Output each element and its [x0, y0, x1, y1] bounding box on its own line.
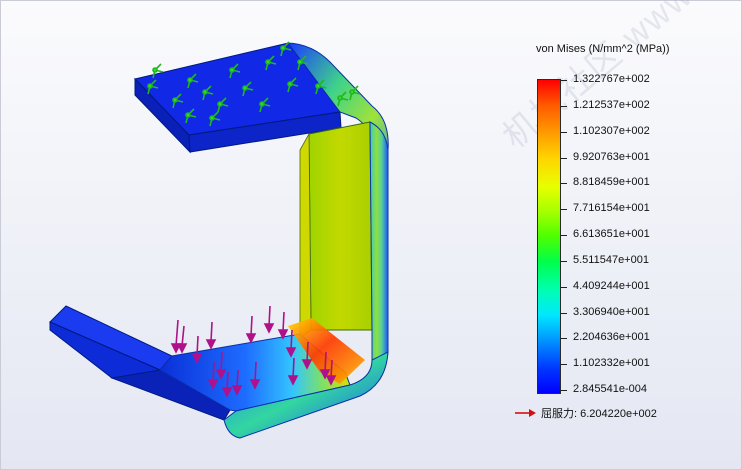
- legend-title: von Mises (N/mm^2 (MPa)): [536, 43, 670, 55]
- stress-colorbar[interactable]: [537, 79, 561, 394]
- load-arrow-icon: [263, 305, 275, 334]
- colorbar-tick: [561, 235, 567, 236]
- colorbar-tick-label: 9.920763e+001: [573, 151, 650, 163]
- colorbar-tick: [561, 80, 567, 81]
- load-arrow-icon: [176, 325, 188, 354]
- colorbar-tick: [561, 183, 567, 184]
- colorbar-tick-label: 4.409244e+001: [573, 280, 650, 292]
- colorbar-tick-label: 2.204636e+001: [573, 331, 650, 343]
- yield-strength-label: 屈服力: 6.204220e+002: [541, 408, 657, 420]
- load-arrow-icon: [205, 321, 217, 350]
- colorbar-tick: [561, 261, 567, 262]
- yield-strength-row: 屈服力: 6.204220e+002: [515, 406, 657, 420]
- colorbar-tick: [561, 132, 567, 133]
- colorbar-tick-label: 7.716154e+001: [573, 202, 650, 214]
- yield-arrow-icon: [515, 409, 536, 417]
- colorbar-tick: [561, 390, 567, 391]
- load-arrow-icon: [277, 311, 289, 340]
- colorbar-tick-label: 2.845541e-004: [573, 383, 648, 395]
- colorbar-tick: [561, 106, 567, 107]
- colorbar-tick-label: 1.322767e+002: [573, 73, 650, 85]
- colorbar-tick: [561, 364, 567, 365]
- load-arrow-icon: [191, 335, 203, 364]
- colorbar-tick-label: 1.102307e+002: [573, 125, 650, 137]
- colorbar-tick-label: 3.306940e+001: [573, 306, 650, 318]
- colorbar-tick-label: 5.511547e+001: [573, 254, 649, 266]
- colorbar-tick-label: 8.818459e+001: [573, 176, 650, 188]
- colorbar-tick: [561, 209, 567, 210]
- colorbar-tick: [561, 158, 567, 159]
- colorbar-tick-label: 1.212537e+002: [573, 99, 650, 111]
- load-arrow-icon: [245, 315, 257, 344]
- colorbar-tick: [561, 313, 567, 314]
- colorbar-tick-label: 1.102332e+001: [573, 357, 650, 369]
- colorbar-tick: [561, 287, 567, 288]
- colorbar-tick-label: 6.613651e+001: [573, 228, 650, 240]
- colorbar-tick: [561, 338, 567, 339]
